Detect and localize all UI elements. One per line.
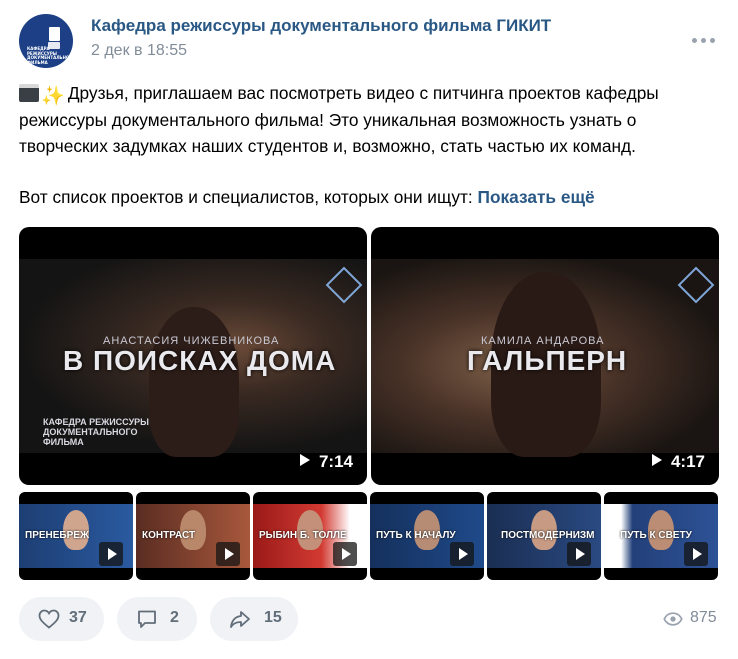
share-icon (230, 611, 250, 628)
show-more-link[interactable]: Показать ещё (478, 187, 595, 207)
share-button[interactable]: 15 (210, 597, 298, 641)
heart-icon (38, 609, 60, 629)
thumbnail-3[interactable]: РЫБИН Б. ТОЛЛЕ (253, 492, 367, 580)
play-icon[interactable] (684, 542, 708, 566)
post: КАФЕДРА РЕЖИССУРЫ ДОКУМЕНТАЛЬНОГО ФИЛЬМА… (0, 0, 738, 659)
thumbnail-1[interactable]: ПРЕНЕБРЕЖ (19, 492, 133, 580)
thumbnail-5[interactable]: ПОСТМОДЕРНИЗМ (487, 492, 601, 580)
like-count: 37 (69, 609, 87, 626)
play-icon[interactable] (99, 542, 123, 566)
play-icon (299, 454, 310, 466)
post-date[interactable]: 2 дек в 18:55 (91, 42, 187, 60)
share-count: 15 (264, 609, 282, 626)
video-1-title: В ПОИСКАХ ДОМА (63, 345, 337, 376)
post-paragraph-2: Вот список проектов и специалистов, кото… (19, 186, 473, 207)
thumbnail-1-title: ПРЕНЕБРЕЖ (25, 530, 89, 541)
thumbnail-5-title: ПОСТМОДЕРНИЗМ (501, 530, 595, 541)
thumbnail-6[interactable]: ПУТЬ К СВЕТУ (604, 492, 718, 580)
thumbnail-4-title: ПУТЬ К НАЧАЛУ (376, 530, 456, 541)
thumbnail-4[interactable]: ПУТЬ К НАЧАЛУ (370, 492, 484, 580)
video-2[interactable]: КАМИЛА АНДАРОВА ГАЛЬПЕРН 4:17 (371, 227, 719, 485)
play-icon[interactable] (567, 542, 591, 566)
comment-button[interactable]: 2 (117, 597, 197, 641)
play-icon[interactable] (216, 542, 240, 566)
video-1-duration: 7:14 (299, 452, 353, 472)
thumbnail-2-title: КОНТРАСТ (142, 530, 196, 541)
thumbnail-6-title: ПУТЬ К СВЕТУ (620, 530, 692, 541)
avatar[interactable]: КАФЕДРА РЕЖИССУРЫ ДОКУМЕНТАЛЬНОГО ФИЛЬМА (19, 14, 73, 68)
clapper-icon (49, 27, 60, 41)
thumbnail-3-title: РЫБИН Б. ТОЛЛЕ (259, 530, 347, 541)
author-name[interactable]: Кафедра режиссуры документального фильма… (91, 16, 551, 36)
play-icon[interactable] (450, 542, 474, 566)
avatar-text: КАФЕДРА РЕЖИССУРЫ ДОКУМЕНТАЛЬНОГО ФИЛЬМА (27, 46, 73, 65)
like-button[interactable]: 37 (19, 597, 104, 641)
post-text: ✨ Друзья, приглашаем вас посмотреть виде… (19, 80, 719, 210)
video-1-brand: КАФЕДРА РЕЖИССУРЫ ДОКУМЕНТАЛЬНОГО ФИЛЬМА (43, 417, 149, 447)
post-paragraph-1: Друзья, приглашаем вас посмотреть видео … (19, 83, 659, 156)
video-2-title: ГАЛЬПЕРН (467, 345, 628, 376)
comment-count: 2 (170, 609, 179, 626)
clapper-board-icon (19, 84, 39, 102)
views-count: 875 (690, 609, 717, 626)
play-icon[interactable] (333, 542, 357, 566)
play-icon (651, 454, 662, 466)
comment-icon (138, 610, 156, 628)
video-1[interactable]: АНАСТАСИЯ ЧИЖЕВНИКОВА В ПОИСКАХ ДОМА КАФ… (19, 227, 367, 485)
more-icon[interactable] (691, 30, 717, 50)
eye-icon (663, 612, 683, 626)
video-2-duration: 4:17 (651, 452, 705, 472)
sparkles-icon: ✨ (41, 86, 65, 107)
thumbnail-2[interactable]: КОНТРАСТ (136, 492, 250, 580)
thumbnail-strip: ПРЕНЕБРЕЖ КОНТРАСТ РЫБИН Б. ТОЛЛЕ ПУТЬ К… (19, 492, 719, 580)
